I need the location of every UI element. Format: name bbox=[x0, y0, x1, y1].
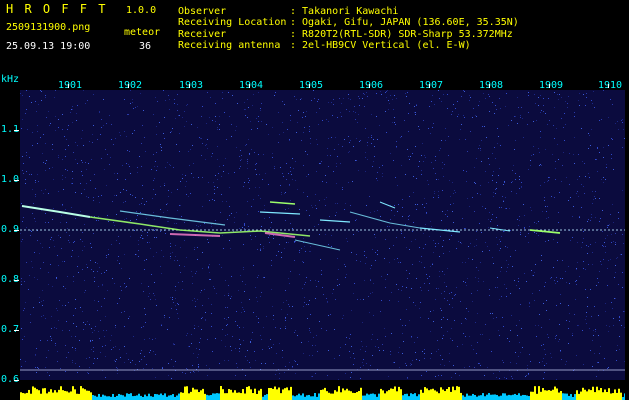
x-tick-mark bbox=[549, 84, 550, 88]
location-label: Receiving Location bbox=[178, 17, 287, 28]
meteor-trails bbox=[21, 201, 561, 251]
x-tick-mark bbox=[429, 84, 430, 88]
spectrogram-svg bbox=[20, 90, 625, 380]
y-tick-mark bbox=[14, 380, 19, 381]
y-tick-mark bbox=[14, 230, 19, 231]
app-name: H R O F F T bbox=[6, 2, 108, 16]
x-tick-mark bbox=[489, 84, 490, 88]
y-tick-mark bbox=[14, 330, 19, 331]
datetime: 25.09.13 19:00 bbox=[6, 41, 91, 52]
meteor-count: 36 bbox=[139, 41, 152, 52]
meteor-trail bbox=[259, 211, 301, 215]
x-tick-mark bbox=[189, 84, 190, 88]
x-tick-mark bbox=[68, 84, 69, 88]
x-tick-mark bbox=[309, 84, 310, 88]
activity-bar bbox=[20, 380, 626, 400]
noise-layer bbox=[20, 90, 625, 380]
antenna-label: Receiving antenna bbox=[178, 40, 281, 51]
activity-bar-svg bbox=[20, 386, 626, 400]
x-tick-mark bbox=[128, 84, 129, 88]
observer-value: : Takanori Kawachi bbox=[290, 6, 399, 17]
location-value: : Ogaki, Gifu, JAPAN (136.60E, 35.35N) bbox=[290, 17, 519, 28]
x-tick-mark bbox=[369, 84, 370, 88]
meteor-trail bbox=[269, 201, 296, 205]
receiver-value: : R820T2(RTL-SDR) SDR-Sharp 53.372MHz bbox=[290, 29, 513, 40]
spectrogram-plot bbox=[20, 90, 625, 380]
meteor-trail bbox=[379, 201, 396, 209]
filename: 2509131900.png bbox=[6, 22, 91, 33]
spectrogram-window: H R O F F T 1.0.0 2509131900.png meteor … bbox=[0, 0, 629, 400]
receiver-label: Receiver bbox=[178, 29, 227, 40]
meteor-trail bbox=[349, 211, 421, 229]
mode-label: meteor bbox=[124, 27, 161, 38]
antenna-value: : 2el-HB9CV Vertical (el. E-W) bbox=[290, 40, 471, 51]
observer-label: Observer bbox=[178, 6, 227, 17]
x-tick-mark bbox=[608, 84, 609, 88]
y-tick-mark bbox=[14, 130, 19, 131]
meteor-trail bbox=[169, 233, 221, 237]
meteor-trail bbox=[319, 219, 351, 223]
y-tick-mark bbox=[14, 180, 19, 181]
meteor-trail bbox=[21, 205, 91, 218]
meteor-trail bbox=[89, 216, 311, 237]
x-tick-mark bbox=[249, 84, 250, 88]
app-version: 1.0.0 bbox=[126, 5, 157, 16]
y-axis-unit: kHz bbox=[1, 74, 20, 85]
y-tick-mark bbox=[14, 280, 19, 281]
